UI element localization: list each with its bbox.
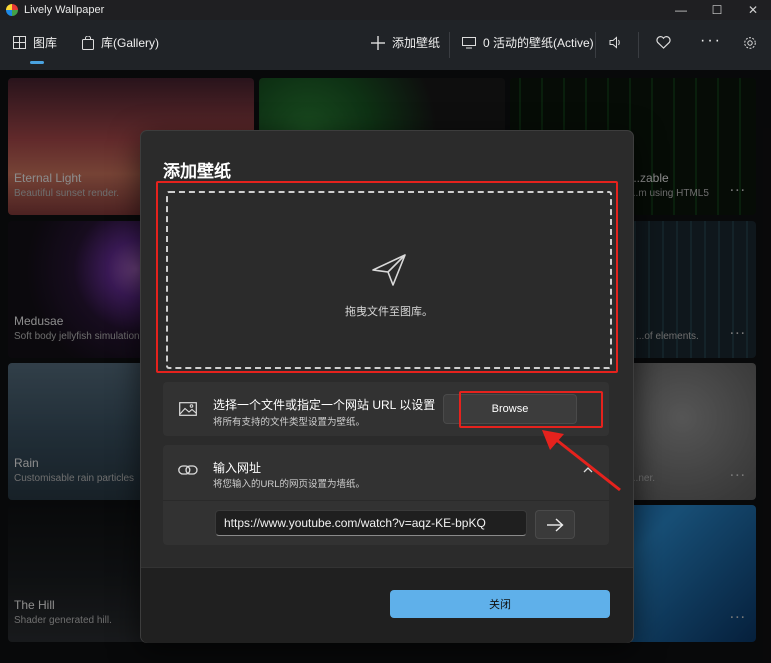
- add-wallpaper-button[interactable]: 添加壁纸: [371, 34, 440, 51]
- add-wallpaper-dialog: 添加壁纸 拖曳文件至图库。 选择一个文件或指定一个网站 URL 以设置 将所有支…: [140, 130, 634, 643]
- highlight-box: [459, 391, 603, 428]
- plus-icon: [371, 35, 385, 50]
- url-input[interactable]: https://www.youtube.com/watch?v=aqz-KE-b…: [215, 510, 527, 536]
- nav-gallery[interactable]: 库(Gallery): [82, 34, 159, 51]
- active-wallpapers-label: 0 活动的壁纸(Active): [483, 36, 594, 50]
- drop-zone[interactable]: 拖曳文件至图库。: [166, 191, 612, 369]
- favorite-button[interactable]: [656, 36, 678, 49]
- drop-zone-text: 拖曳文件至图库。: [345, 306, 433, 318]
- gear-icon: [744, 37, 756, 49]
- go-button[interactable]: [535, 510, 575, 539]
- volume-icon: [609, 36, 620, 49]
- minimize-button[interactable]: —: [663, 0, 699, 20]
- nav-divider: [595, 32, 596, 58]
- nav-divider: [638, 32, 639, 58]
- volume-button[interactable]: [609, 36, 630, 49]
- app-logo-icon: [6, 4, 18, 16]
- heart-icon: [656, 36, 671, 49]
- window-controls: — ☐ ✕: [663, 0, 771, 20]
- nav-bar: 图库 库(Gallery) 添加壁纸 0 活动的壁纸(Active) ···: [0, 20, 771, 70]
- send-icon: [372, 254, 406, 286]
- url-card-title: 输入网址: [213, 461, 262, 475]
- app-title: Lively Wallpaper: [24, 4, 105, 16]
- nav-library[interactable]: 图库: [13, 34, 57, 51]
- file-card-title: 选择一个文件或指定一个网站 URL 以设置: [213, 398, 436, 412]
- nav-library-label: 图库: [33, 36, 58, 50]
- title-bar: Lively Wallpaper — ☐ ✕: [0, 0, 771, 20]
- bag-icon: [82, 35, 94, 50]
- settings-button[interactable]: [743, 36, 764, 50]
- nav-gallery-label: 库(Gallery): [101, 36, 160, 50]
- dialog-title: 添加壁纸: [163, 162, 231, 181]
- card-divider: [163, 500, 609, 501]
- arrow-right-icon: [547, 517, 564, 532]
- image-icon: [179, 402, 197, 416]
- file-card-subtitle: 将所有支持的文件类型设置为壁纸。: [213, 417, 366, 428]
- more-icon: ···: [700, 32, 722, 49]
- grid-icon: [13, 36, 26, 49]
- maximize-button[interactable]: ☐: [699, 0, 735, 20]
- add-wallpaper-label: 添加壁纸: [392, 36, 441, 50]
- monitor-icon: [462, 36, 476, 48]
- close-button[interactable]: 关闭: [390, 590, 610, 618]
- more-button[interactable]: ···: [700, 32, 722, 50]
- url-card-subtitle: 将您输入的URL的网页设置为墙纸。: [213, 479, 366, 490]
- nav-divider: [449, 32, 450, 58]
- annotation-arrow-icon: [542, 430, 621, 492]
- close-window-button[interactable]: ✕: [735, 0, 771, 20]
- link-icon: [178, 465, 198, 475]
- active-wallpapers-button[interactable]: 0 活动的壁纸(Active): [462, 34, 594, 51]
- nav-active-indicator: [30, 61, 44, 64]
